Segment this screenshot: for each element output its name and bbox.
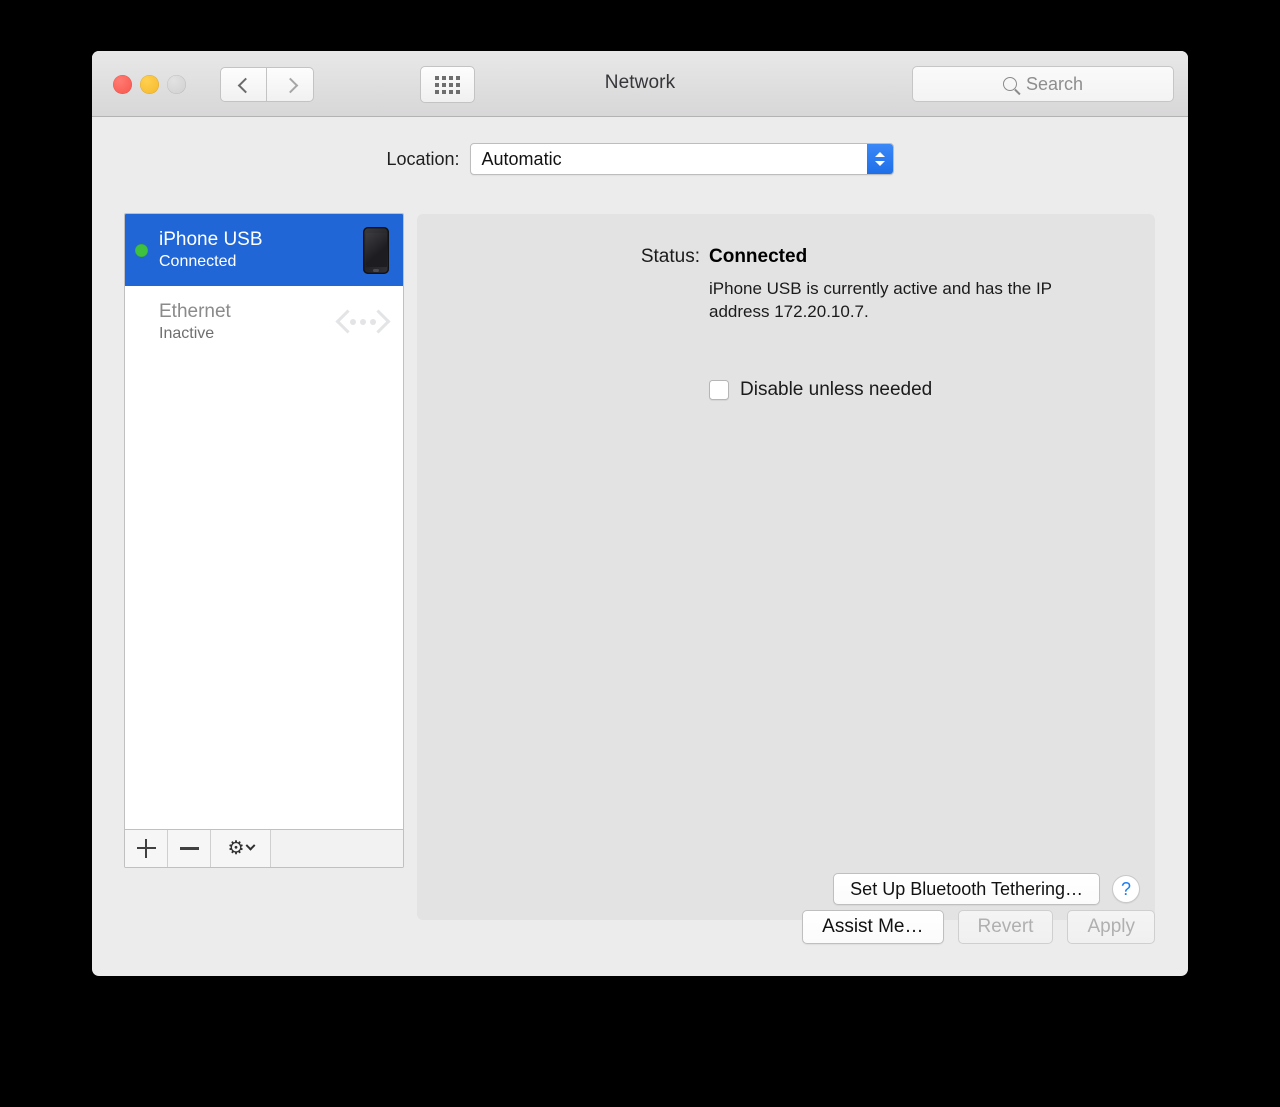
remove-service-button[interactable]	[168, 830, 211, 867]
status-value: Connected	[709, 246, 807, 268]
apply-button[interactable]: Apply	[1067, 910, 1155, 944]
list-item-ethernet[interactable]: Ethernet Inactive	[125, 286, 403, 358]
network-preferences-window: Network Search Location: Automatic iPhon…	[92, 51, 1188, 976]
chevron-updown-icon[interactable]	[867, 144, 893, 174]
service-actions-button[interactable]: ⚙	[211, 830, 271, 867]
ethernet-icon	[337, 305, 389, 339]
disable-unless-needed-checkbox[interactable]	[709, 380, 729, 400]
status-description: iPhone USB is currently active and has t…	[709, 277, 1109, 323]
list-item-iphone-usb[interactable]: iPhone USB Connected	[125, 214, 403, 286]
iphone-icon	[363, 227, 389, 274]
disable-unless-needed-label: Disable unless needed	[740, 379, 932, 401]
revert-button[interactable]: Revert	[958, 910, 1054, 944]
disable-unless-needed-row[interactable]: Disable unless needed	[709, 379, 932, 401]
gear-icon: ⚙	[227, 839, 244, 858]
add-service-button[interactable]	[125, 830, 168, 867]
network-service-list-panel: iPhone USB Connected Ethernet Inactive	[124, 213, 404, 868]
search-placeholder: Search	[1026, 74, 1083, 95]
search-input[interactable]: Search	[912, 66, 1174, 102]
search-icon	[1003, 77, 1017, 91]
network-service-list: iPhone USB Connected Ethernet Inactive	[125, 214, 403, 829]
service-list-toolbar: ⚙	[125, 829, 403, 867]
window-action-buttons: Assist Me… Revert Apply	[802, 910, 1155, 944]
location-selected-value: Automatic	[471, 149, 562, 170]
help-button[interactable]: ?	[1112, 875, 1140, 903]
status-label: Status:	[417, 246, 700, 268]
service-name: Ethernet	[159, 300, 337, 323]
toolbar-spacer	[271, 830, 403, 867]
chevron-down-icon	[245, 841, 255, 851]
plus-icon	[137, 839, 156, 858]
panel-footer: Set Up Bluetooth Tethering… ?	[833, 873, 1140, 905]
minus-icon	[180, 847, 199, 849]
window-titlebar: Network Search	[92, 51, 1188, 117]
assist-me-button[interactable]: Assist Me…	[802, 910, 943, 944]
service-status: Inactive	[159, 324, 337, 344]
status-indicator-none	[135, 316, 148, 329]
location-dropdown[interactable]: Automatic	[470, 143, 894, 175]
location-row: Location: Automatic	[92, 139, 1188, 179]
service-status: Connected	[159, 252, 363, 272]
status-block: Status: Connected iPhone USB is currentl…	[417, 246, 1155, 323]
service-name: iPhone USB	[159, 228, 363, 251]
location-label: Location:	[386, 149, 459, 170]
service-details-panel: Status: Connected iPhone USB is currentl…	[417, 214, 1155, 920]
set-up-bluetooth-tethering-button[interactable]: Set Up Bluetooth Tethering…	[833, 873, 1100, 905]
status-indicator-green	[135, 244, 148, 257]
